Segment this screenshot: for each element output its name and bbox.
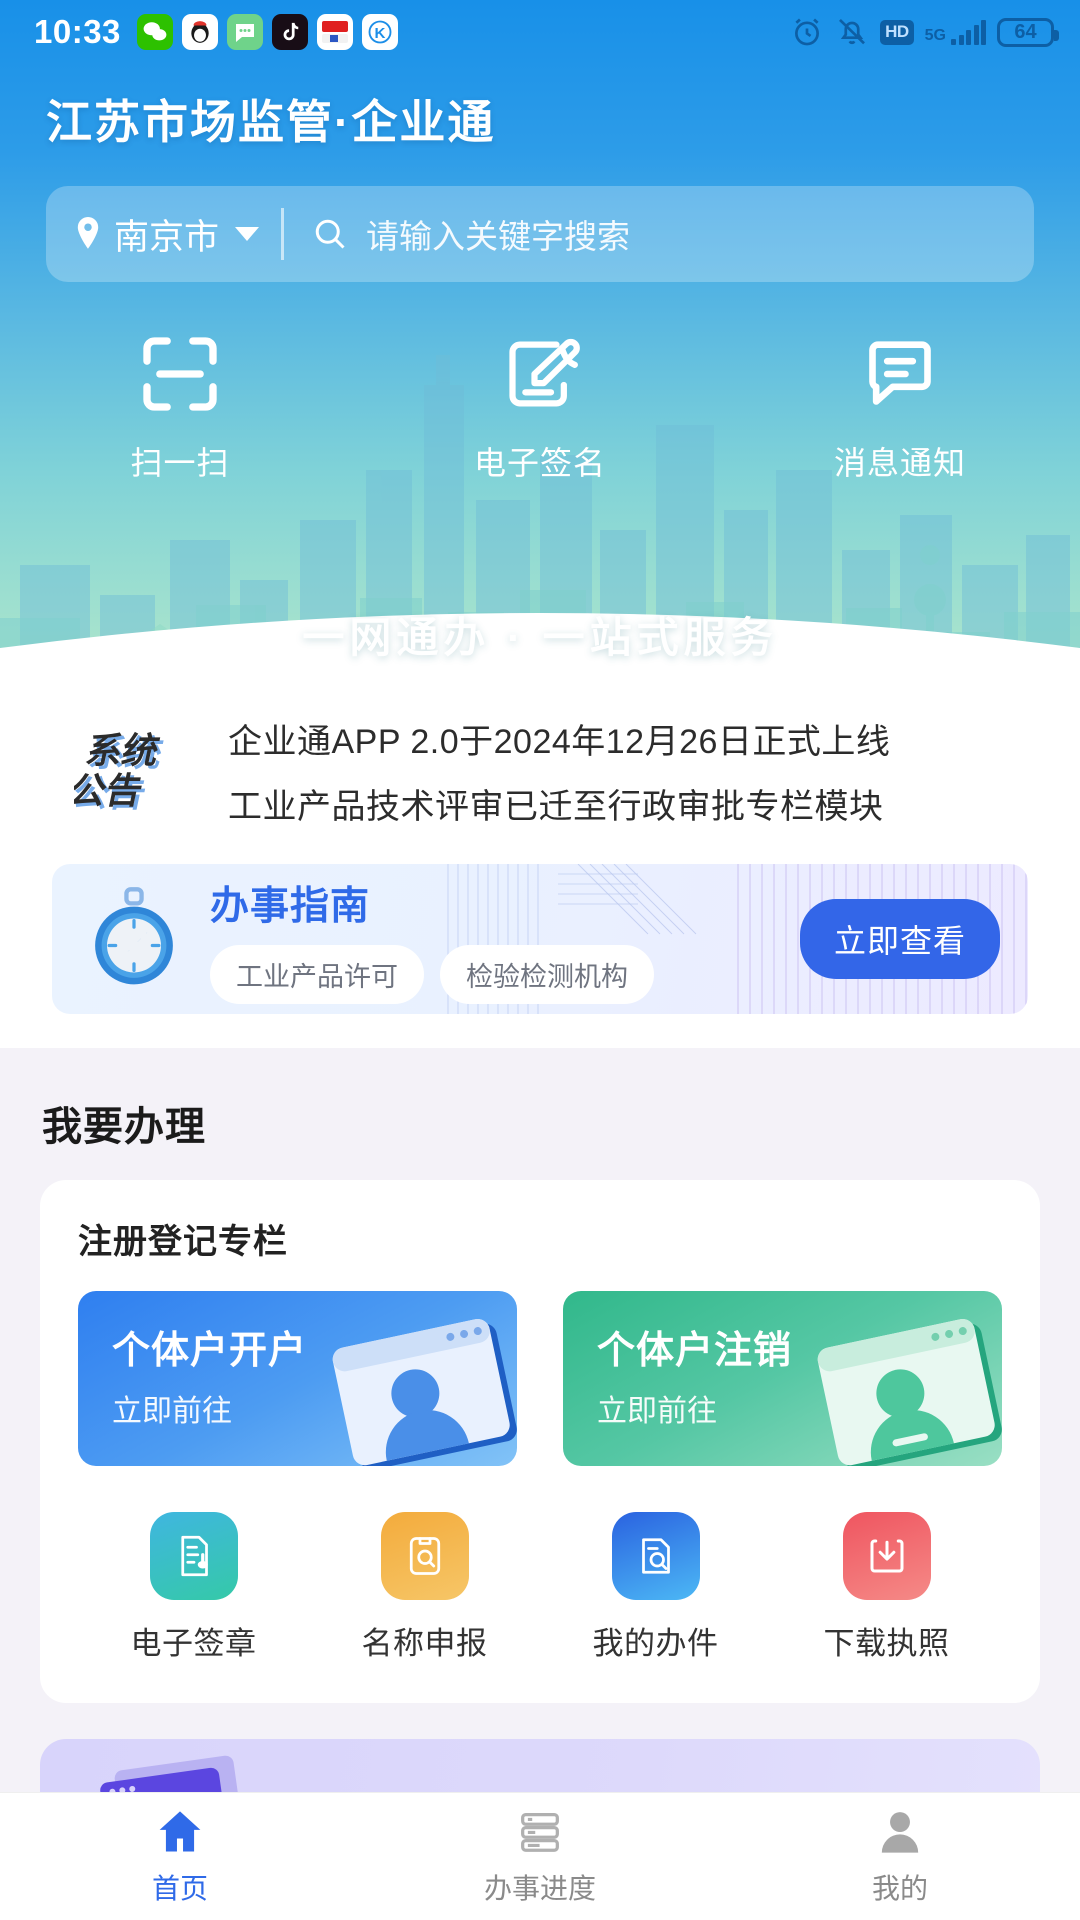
icon-item-name-declaration[interactable]: 名称申报 — [309, 1512, 540, 1663]
search-input[interactable]: 请输入关键字搜索 — [284, 210, 1034, 258]
location-pin-icon — [74, 217, 102, 251]
quick-action-label: 消息通知 — [834, 438, 966, 484]
main-content: 我要办理 注册登记专栏 个体户开户 立即前往 — [0, 1048, 1080, 1859]
announcement-line: 工业产品技术评审已迁至行政审批专栏模块 — [228, 779, 890, 828]
banner-cancel-account[interactable]: 个体户注销 立即前往 — [563, 1291, 1002, 1466]
qq-icon — [182, 14, 218, 50]
message-icon — [227, 14, 263, 50]
guide-tag[interactable]: 工业产品许可 — [210, 945, 424, 1004]
signature-icon — [496, 330, 584, 418]
home-icon — [154, 1806, 206, 1858]
icon-label: 我的办件 — [593, 1618, 719, 1663]
douyin-icon — [272, 14, 308, 50]
status-indicators: HD 5G 64 — [790, 15, 1054, 49]
badge-line1: 系统 — [82, 730, 163, 771]
chevron-down-icon — [235, 227, 259, 241]
icon-item-my-cases[interactable]: 我的办件 — [540, 1512, 771, 1663]
battery-icon: 64 — [997, 18, 1054, 47]
banner-title: 个体户注销 — [597, 1319, 1002, 1374]
quick-action-label: 电子签名 — [474, 438, 606, 484]
bell-off-icon — [835, 15, 869, 49]
guide-banner-wrapper: 办事指南 工业产品许可 检验检测机构 立即查看 — [0, 842, 1080, 1048]
hd-icon: HD — [880, 20, 914, 45]
battery-level: 64 — [1014, 21, 1036, 44]
hero-slogan: 一网通办 · 一站式服务 — [0, 604, 1080, 665]
svg-text:K: K — [374, 25, 385, 42]
tab-progress[interactable]: 办事进度 — [360, 1806, 720, 1907]
quick-action-scan[interactable]: 扫一扫 — [0, 330, 360, 484]
announcement-bar[interactable]: 系统 系统 公告 公告 企业通APP 2.0于2024年12月26日正式上线 工… — [0, 690, 1080, 842]
guide-title: 办事指南 — [210, 875, 654, 931]
announcement-line: 企业通APP 2.0于2024年12月26日正式上线 — [228, 714, 890, 763]
kuaishou-icon: K — [362, 14, 398, 50]
scan-icon — [136, 330, 224, 418]
status-time: 10:33 — [34, 13, 121, 51]
search-icon — [312, 216, 348, 252]
document-search-icon — [612, 1512, 700, 1600]
tab-profile[interactable]: 我的 — [720, 1806, 1080, 1907]
wechat-icon — [137, 14, 173, 50]
bottom-navigation: 首页 办事进度 我的 — [0, 1792, 1080, 1920]
tab-label: 办事进度 — [484, 1867, 596, 1907]
signal-icon: 5G — [925, 19, 986, 45]
icon-label: 名称申报 — [362, 1618, 488, 1663]
page-title: 江苏市场监管·企业通 — [0, 64, 1080, 152]
banner-open-account[interactable]: 个体户开户 立即前往 — [78, 1291, 517, 1466]
badge-line2: 公告 — [74, 770, 147, 811]
alarm-icon — [790, 15, 824, 49]
person-icon — [874, 1806, 926, 1858]
guide-tag[interactable]: 检验检测机构 — [440, 945, 654, 1004]
tab-label: 首页 — [152, 1867, 208, 1907]
compass-icon — [80, 885, 188, 993]
banner-title: 个体户开户 — [112, 1319, 517, 1374]
guide-text-block: 办事指南 工业产品许可 检验检测机构 — [210, 875, 654, 1004]
search-bar[interactable]: 南京市 请输入关键字搜索 — [46, 186, 1034, 282]
unionpay-icon — [317, 14, 353, 50]
guide-banner[interactable]: 办事指南 工业产品许可 检验检测机构 立即查看 — [52, 864, 1028, 1014]
quick-action-label: 扫一扫 — [130, 438, 229, 484]
city-name: 南京市 — [114, 209, 219, 260]
search-placeholder: 请输入关键字搜索 — [366, 210, 630, 258]
quick-action-notifications[interactable]: 消息通知 — [720, 330, 1080, 484]
register-card-title: 注册登记专栏 — [78, 1214, 1002, 1263]
banner-subtitle: 立即前往 — [112, 1386, 517, 1430]
progress-list-icon — [514, 1806, 566, 1858]
status-app-icons: K — [137, 14, 398, 50]
view-now-button[interactable]: 立即查看 — [800, 899, 1000, 979]
banner-subtitle: 立即前往 — [597, 1386, 1002, 1430]
register-banners: 个体户开户 立即前往 个体户注销 立即前往 — [78, 1291, 1002, 1466]
icon-label: 电子签章 — [131, 1618, 257, 1663]
status-bar: 10:33 K — [0, 0, 1080, 64]
announcement-lines: 企业通APP 2.0于2024年12月26日正式上线 工业产品技术评审已迁至行政… — [228, 714, 890, 828]
stamp-document-icon — [150, 1512, 238, 1600]
icon-label: 下载执照 — [824, 1618, 950, 1663]
hero-header: 10:33 K — [0, 0, 1080, 690]
message-bubble-icon — [856, 330, 944, 418]
icon-item-download-license[interactable]: 下载执照 — [771, 1512, 1002, 1663]
name-search-icon — [381, 1512, 469, 1600]
system-announcement-badge: 系统 系统 公告 公告 — [74, 726, 194, 816]
city-selector[interactable]: 南京市 — [46, 206, 281, 262]
quick-actions: 扫一扫 电子签名 消息通知 — [0, 330, 1080, 484]
register-icon-row: 电子签章 名称申报 我的办件 — [78, 1512, 1002, 1663]
tab-label: 我的 — [872, 1867, 928, 1907]
download-license-icon — [843, 1512, 931, 1600]
section-title-handle: 我要办理 — [0, 1048, 1080, 1180]
register-card: 注册登记专栏 个体户开户 立即前往 个体户注销 — [40, 1180, 1040, 1703]
quick-action-signature[interactable]: 电子签名 — [360, 330, 720, 484]
icon-item-seal[interactable]: 电子签章 — [78, 1512, 309, 1663]
tab-home[interactable]: 首页 — [0, 1806, 360, 1907]
guide-tags: 工业产品许可 检验检测机构 — [210, 945, 654, 1004]
